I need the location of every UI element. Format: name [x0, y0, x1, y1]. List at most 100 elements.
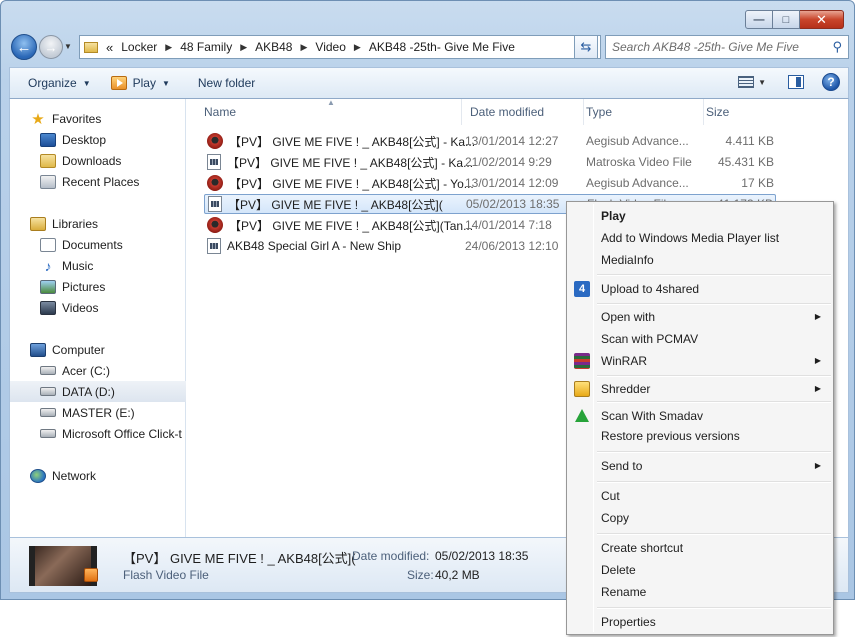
search-input[interactable]: Search AKB48 -25th- Give Me Five ⚲ [605, 35, 849, 59]
music-icon: ♪ [44, 257, 52, 274]
column-header-date[interactable]: Date modified [462, 99, 584, 125]
nav-desktop[interactable]: Desktop [10, 129, 186, 150]
menu-item-open-with[interactable]: Open with ▶ [569, 306, 831, 327]
breadcrumb-current-folder[interactable]: AKB48 -25th- Give Me Five [369, 40, 515, 54]
favorites-group: ★ Favorites Desktop Downloads Recent Plac… [10, 108, 186, 192]
maximize-button[interactable]: □ [773, 10, 800, 29]
menu-item-send-to[interactable]: Send to ▶ [569, 455, 831, 476]
breadcrumb-locker[interactable]: Locker [121, 40, 157, 54]
navigation-pane: ★ Favorites Desktop Downloads Recent Plac… [10, 99, 186, 537]
file-row[interactable]: 【PV】 GIVE ME FIVE ! _ AKB48[公式] - Ka... … [204, 131, 776, 151]
breadcrumb-akb48[interactable]: AKB48 [255, 40, 292, 54]
details-date-value: 05/02/2013 18:35 [435, 549, 529, 563]
breadcrumb-overflow[interactable]: « [106, 40, 113, 55]
command-bar: Organize ▼ Play ▼ New folder ▼ ? [9, 67, 849, 99]
chevron-right-icon[interactable]: ▶ [165, 42, 172, 53]
nav-pictures[interactable]: Pictures [10, 276, 186, 297]
nav-computer[interactable]: Computer [10, 339, 186, 360]
menu-item-mediainfo[interactable]: MediaInfo [569, 249, 831, 270]
menu-item-delete[interactable]: Delete [569, 559, 831, 580]
search-icon[interactable]: ⚲ [832, 39, 842, 55]
menu-item-rename[interactable]: Rename [569, 581, 831, 602]
close-button[interactable]: ✕ [800, 10, 844, 29]
preview-pane-icon[interactable] [788, 75, 804, 89]
forward-button[interactable]: → [39, 35, 63, 59]
file-row[interactable]: 【PV】 GIVE ME FIVE ! _ AKB48[公式] - Ka... … [204, 152, 776, 172]
organize-button[interactable]: Organize ▼ [10, 68, 101, 98]
chevron-right-icon[interactable]: ▶ [354, 42, 361, 53]
chevron-right-icon[interactable]: ▶ [300, 42, 307, 53]
new-folder-button[interactable]: New folder [180, 68, 265, 98]
file-row[interactable]: 【PV】 GIVE ME FIVE ! _ AKB48[公式] - Yo... … [204, 173, 776, 193]
submenu-arrow-icon: ▶ [814, 356, 821, 365]
menu-separator [597, 481, 831, 483]
change-view-icon[interactable] [738, 76, 755, 88]
nav-network[interactable]: Network [10, 465, 186, 486]
menu-item-scan-smadav[interactable]: Scan With Smadav [569, 405, 831, 426]
refresh-button[interactable]: ⇆ [574, 35, 598, 59]
minimize-button[interactable]: — [745, 10, 773, 29]
menu-item-winrar[interactable]: WinRAR ▶ [569, 350, 831, 371]
nav-music[interactable]: ♪ Music [10, 255, 186, 276]
computer-group: Computer Acer (C:) DATA (D:) MASTER (E:)… [10, 339, 186, 444]
menu-item-cut[interactable]: Cut [569, 485, 831, 506]
nav-drive-d[interactable]: DATA (D:) [10, 381, 186, 402]
back-button[interactable]: ← [11, 34, 37, 60]
new-folder-label: New folder [197, 76, 256, 90]
chevron-down-icon: ▼ [82, 78, 91, 88]
drive-icon [40, 408, 56, 417]
menu-item-properties[interactable]: Properties [569, 611, 831, 632]
play-button[interactable]: Play ▼ [101, 68, 180, 98]
menu-item-upload-4shared[interactable]: 4 Upload to 4shared [569, 278, 831, 299]
network-group: Network [10, 465, 186, 486]
chevron-right-icon[interactable]: ▶ [240, 42, 247, 53]
aegisub-icon [207, 217, 223, 233]
context-menu: Play Add to Windows Media Player list Me… [566, 201, 834, 635]
nav-libraries[interactable]: Libraries [10, 213, 186, 234]
menu-item-create-shortcut[interactable]: Create shortcut [569, 537, 831, 558]
menu-item-restore-previous-versions[interactable]: Restore previous versions [569, 425, 831, 446]
smadav-icon [575, 409, 589, 422]
details-size-value: 40,2 MB [435, 568, 480, 582]
recent-pages-dropdown-icon[interactable]: ▼ [64, 42, 72, 51]
forward-arrow-icon: → [44, 39, 58, 55]
network-icon [30, 468, 46, 483]
play-icon [110, 76, 127, 90]
column-header-size[interactable]: Size [704, 99, 779, 125]
nav-drive-office[interactable]: Microsoft Office Click-t [10, 423, 186, 444]
menu-item-play[interactable]: Play [569, 205, 831, 226]
details-file-type: Flash Video File [123, 568, 209, 582]
help-icon[interactable]: ? [822, 73, 840, 91]
star-icon: ★ [31, 110, 45, 128]
flash-video-badge-icon [84, 568, 98, 582]
nav-documents[interactable]: Documents [10, 234, 186, 255]
submenu-arrow-icon: ▶ [814, 384, 821, 393]
navigation-bar: ← → ▼ « Locker ▶ 48 Family ▶ AKB48 ▶ Video ▶… [9, 34, 849, 60]
drive-icon [40, 387, 56, 396]
breadcrumb-video[interactable]: Video [315, 40, 345, 54]
column-header-type[interactable]: Type [584, 99, 704, 125]
breadcrumb: « Locker ▶ 48 Family ▶ AKB48 ▶ Video ▶ AKB48… [106, 40, 515, 55]
address-bar[interactable]: « Locker ▶ 48 Family ▶ AKB48 ▶ Video ▶ AKB48… [79, 35, 601, 59]
folder-icon [84, 41, 98, 53]
menu-item-add-to-wmp-list[interactable]: Add to Windows Media Player list [569, 227, 831, 248]
nav-downloads[interactable]: Downloads [10, 150, 186, 171]
nav-favorites[interactable]: ★ Favorites [10, 108, 186, 129]
menu-item-copy[interactable]: Copy [569, 507, 831, 528]
nav-videos[interactable]: Videos [10, 297, 186, 318]
nav-drive-c[interactable]: Acer (C:) [10, 360, 186, 381]
organize-label: Organize [28, 76, 77, 90]
view-options-dropdown-icon[interactable]: ▼ [758, 78, 766, 87]
menu-separator [597, 607, 831, 609]
nav-recent-places[interactable]: Recent Places [10, 171, 186, 192]
menu-item-shredder[interactable]: Shredder ▶ [569, 378, 831, 399]
submenu-arrow-icon: ▶ [814, 461, 821, 470]
breadcrumb-48-family[interactable]: 48 Family [180, 40, 232, 54]
menu-item-scan-pcmav[interactable]: Scan with PCMAV [569, 328, 831, 349]
video-file-icon [208, 196, 222, 212]
nav-drive-e[interactable]: MASTER (E:) [10, 402, 186, 423]
aegisub-icon [207, 175, 223, 191]
desktop-icon [40, 132, 56, 147]
details-size-label: Size: [407, 568, 434, 582]
column-header-name[interactable]: Name ▲ [187, 98, 462, 125]
